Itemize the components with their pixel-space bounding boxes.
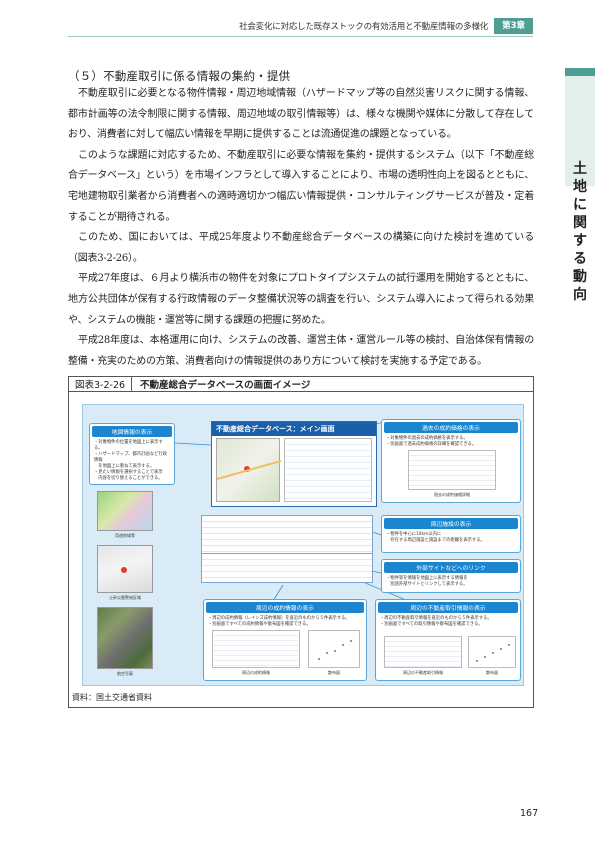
facilities-body: ・物件を中心に10km以内に 存在する周辺施設と施設までの距離を表示する。: [386, 532, 485, 543]
running-header: 社会変化に対応した既存ストックの有効活用と不動産情報の多様化 第3章: [0, 18, 533, 34]
figure-source: 資料：国土交通省資料: [72, 693, 152, 702]
main-screen-info-panel: [284, 438, 372, 502]
nearby-sales-callout: 周辺の成約情報の表示 ・周辺の成約情報（レインズ成約情報）を直近のものから５件表…: [203, 599, 367, 681]
nearby-sales-table-image: [212, 630, 300, 668]
header-rule: [68, 36, 533, 37]
map-pin-icon: [121, 567, 127, 573]
side-tab-char: 向: [573, 287, 587, 303]
side-tab-char: 地: [573, 179, 587, 195]
running-title: 社会変化に対応した既存ストックの有効活用と不動産情報の多様化: [239, 22, 489, 32]
past-price-detail-caption: 過去の成約価格詳細: [434, 492, 470, 497]
nearby-transactions-body: ・周辺の不動産取引情報を直近のものから５件表示する。 ・別画面ですべての取引情報…: [380, 616, 492, 627]
side-tab-char: る: [573, 251, 587, 267]
main-screen-table-2: [201, 553, 373, 583]
external-links-title: 外部サイトなどへのリンク: [384, 562, 518, 573]
scatter-plot-image-1: [308, 630, 360, 668]
map-info-body: ・対象物件の位置を地図上に表示する。 ・ハザードマップ、都市計画など行政情報 を…: [94, 440, 167, 481]
main-screen-map: [216, 438, 282, 502]
section-title: （５）不動産取引に係る情報の集約・提供: [68, 69, 291, 83]
nearby-transactions-table-image: [384, 636, 462, 668]
facilities-callout: 周辺施設の表示 ・物件を中心に10km以内に 存在する周辺施設と施設までの距離を…: [381, 515, 521, 553]
side-tab-label: 土 地 に 関 す る 動 向: [565, 160, 595, 304]
past-price-body: ・対象物件の過去の成約価格を表示する。 ・別画面で過去成約価格の詳細を確認できる…: [386, 436, 477, 447]
paragraph: 不動産取引に必要となる物件情報・周辺地域情報（ハザードマップ等の自然災害リスクに…: [68, 88, 534, 141]
nearby-transactions-callout: 周辺の不動産取引情報の表示 ・周辺の不動産取引情報を直近のものから５件表示する。…: [375, 599, 521, 681]
body-text: 不動産取引に必要となる物件情報・周辺地域情報（ハザードマップ等の自然災害リスクに…: [68, 84, 534, 372]
paragraph: このため、国においては、平成25年度より不動産総合データベースの構築に向けた検討…: [68, 232, 534, 264]
page-number: 167: [520, 808, 539, 819]
figure-header: 図表3-2-26 不動産総合データベースの画面イメージ: [68, 376, 534, 392]
side-tab-char: 動: [573, 269, 587, 285]
figure-caption: 不動産総合データベースの画面イメージ: [132, 376, 534, 392]
scatter-points: [318, 640, 352, 660]
main-screen-title: 不動産総合データベース：メイン画面: [212, 422, 376, 436]
side-tab-char: 土: [573, 161, 587, 177]
main-screen: 不動産総合データベース：メイン画面: [211, 421, 377, 507]
hazard-map-image: [97, 491, 153, 531]
nearby-sales-table-caption: 周辺の成約情報: [242, 670, 270, 675]
scatter-points: [476, 644, 510, 662]
side-tab-char: に: [573, 197, 587, 213]
aerial-photo-image: [97, 607, 153, 669]
past-price-detail-image: [408, 450, 496, 490]
map-info-title: 地図情報の表示: [92, 426, 172, 437]
figure-number: 図表3-2-26: [68, 376, 133, 392]
nearby-sales-body: ・周辺の成約情報（レインズ成約情報）を直近のものから５件表示する。 ・別画面です…: [208, 616, 350, 627]
chapter-badge: 第3章: [494, 18, 533, 34]
database-screen-diagram: 地図情報の表示 ・対象物件の位置を地図上に表示する。 ・ハザードマップ、都市計画…: [82, 404, 524, 686]
map-pin-icon: [216, 460, 282, 480]
paragraph: 平成28年度は、本格運用に向け、システムの改善、運営主体・運営ルール等の検討、自…: [68, 335, 534, 367]
past-price-callout: 過去の成約価格の表示 ・対象物件の過去の成約価格を表示する。 ・別画面で過去成約…: [381, 419, 521, 503]
side-tab-char: す: [573, 233, 587, 249]
aerial-photo-caption: 航空写真: [117, 671, 133, 676]
past-price-title: 過去の成約価格の表示: [384, 422, 518, 433]
paragraph: 平成27年度は、６月より横浜市の物件を対象にプロトタイプシステムの試行運用を開始…: [68, 273, 534, 326]
scatter-plot-image-2: [468, 636, 516, 668]
hazard-map-caption: 用途地域等: [115, 533, 135, 538]
nearby-sales-title: 周辺の成約情報の表示: [206, 602, 364, 613]
side-tab-char: 関: [573, 215, 587, 231]
external-links-callout: 外部サイトなどへのリンク ・物件等を情報を地図上に表示する情報を 別途外部サイト…: [381, 559, 521, 593]
landslide-map-image: [97, 545, 153, 593]
facilities-title: 周辺施設の表示: [384, 518, 518, 529]
map-info-callout: 地図情報の表示 ・対象物件の位置を地図上に表示する。 ・ハザードマップ、都市計画…: [89, 423, 175, 485]
scatter-caption-1: 散布図: [328, 670, 340, 675]
landslide-map-caption: 土砂災害警戒区域: [109, 595, 141, 600]
nearby-transactions-title: 周辺の不動産取引情報の表示: [378, 602, 518, 613]
external-links-body: ・物件等を情報を地図上に表示する情報を 別途外部サイトとリンクして表示する。: [386, 576, 468, 587]
nearby-transactions-table-caption: 周辺の不動産取引情報: [403, 670, 443, 675]
scatter-caption-2: 散布図: [486, 670, 498, 675]
paragraph: このような課題に対応するため、不動産取引に必要な情報を集約・提供するシステム（以…: [68, 149, 534, 223]
side-tab-accent: [565, 68, 595, 76]
